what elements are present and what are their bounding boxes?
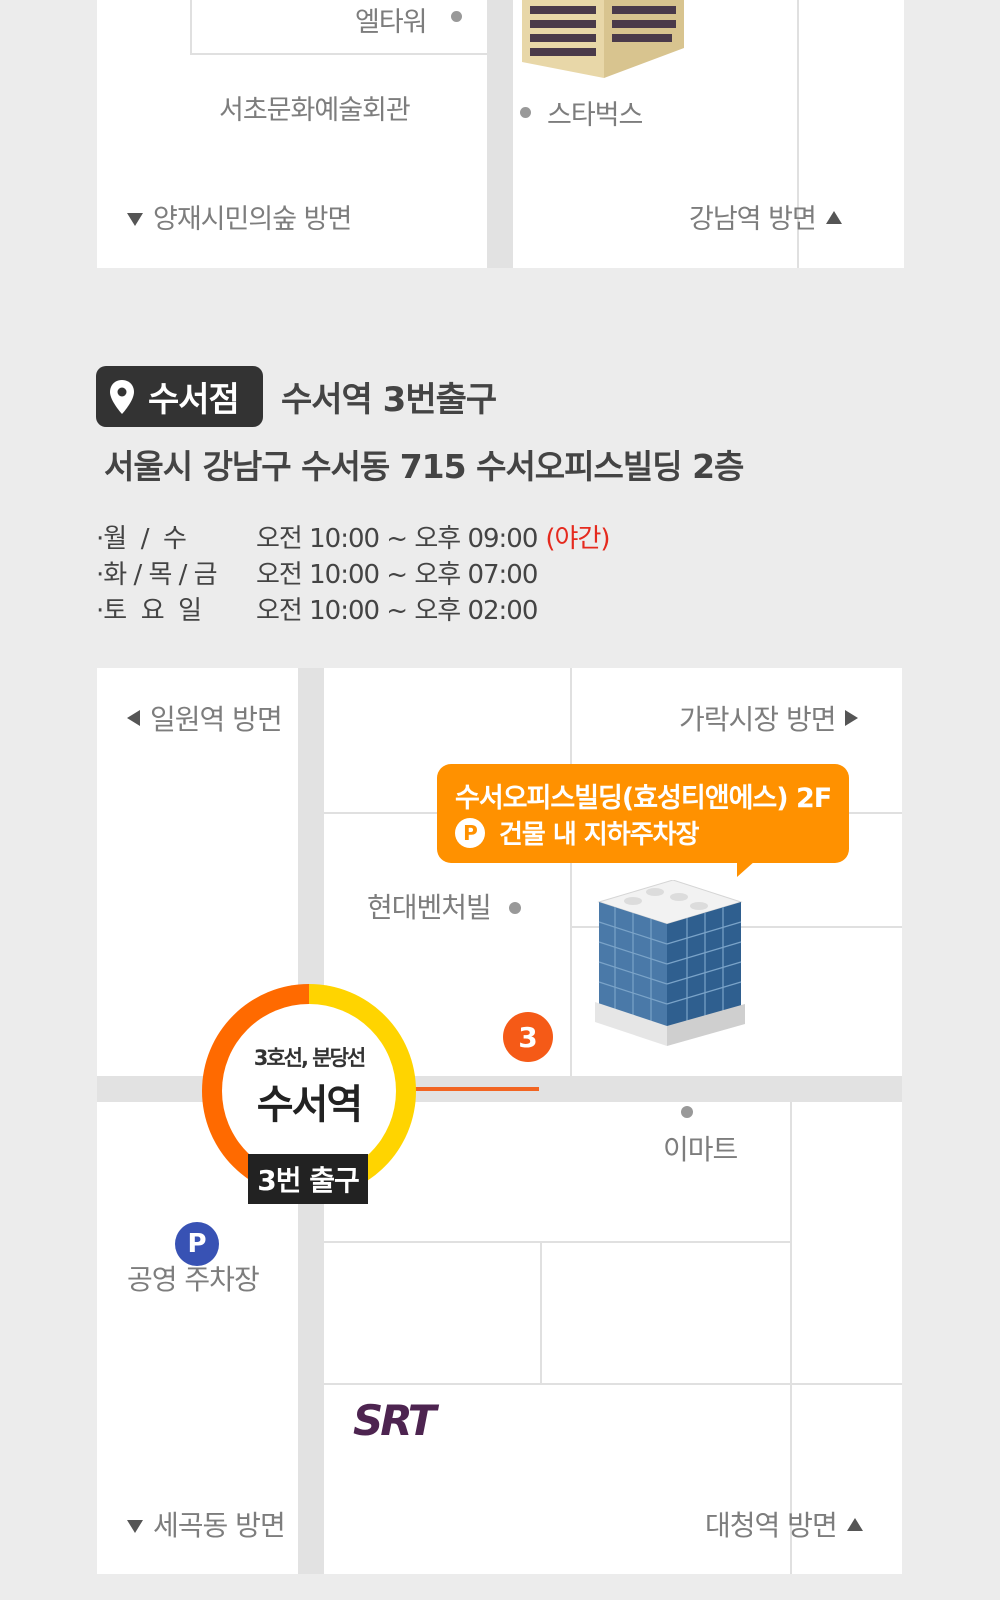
arrow-left-icon: [127, 710, 140, 726]
station-lines: 3호선, 분당선: [253, 1046, 366, 1070]
elletower-label: 엘타워: [355, 7, 428, 38]
station-name: 수서역: [256, 1082, 363, 1128]
emart-label: 이마트: [663, 1133, 738, 1166]
arrow-down-icon: [127, 213, 143, 226]
starbucks-dot: [520, 107, 531, 118]
hours-day: ·토 요 일: [96, 595, 202, 626]
callout-building: 수서오피스빌딩(효성티앤에스) 2F: [455, 783, 832, 814]
direction-gangnam: 강남역 방면: [689, 197, 842, 236]
arrow-right-icon: [845, 710, 859, 726]
direction-segok-label: 세곡동 방면: [153, 1509, 286, 1542]
office-building-icon: [595, 880, 745, 1046]
branch-name: 수서점: [148, 380, 240, 420]
srt-logo: SRT: [353, 1396, 436, 1445]
hours-row: ·화 / 목 / 금 오전 10:00 ~ 오후 07:00: [96, 554, 610, 590]
public-parking-label: 공영 주차장: [127, 1263, 260, 1296]
seocho-arts-label: 서초문화예술회관: [219, 95, 411, 126]
block-line: [190, 0, 192, 55]
arrow-down-icon: [127, 1520, 143, 1533]
elletower-dot: [451, 11, 462, 22]
direction-garak-label: 가락시장 방면: [679, 703, 836, 736]
emart-dot: [681, 1106, 693, 1118]
callout-tail: [737, 861, 755, 877]
location-map: 일원역 방면 가락시장 방면 세곡동 방면 대청역 방면 수서오피스빌딩(효성티…: [97, 668, 902, 1574]
branch-callout: 수서오피스빌딩(효성티앤에스) 2F P 건물 내 지하주차장: [437, 764, 849, 877]
hyundai-label: 현대벤처빌: [367, 891, 492, 924]
hours-time: 오전 10:00 ~ 오후 02:00: [256, 595, 538, 626]
direction-yangjae-label: 양재시민의숲 방면: [153, 204, 352, 235]
exit-tag: 3번 출구: [248, 1154, 368, 1204]
station-inner: 3호선, 분당선 수서역: [222, 1004, 396, 1178]
exit-3-marker: 3: [503, 1012, 553, 1062]
block-line: [324, 1241, 790, 1243]
block-line: [570, 668, 572, 1076]
block-line: [190, 53, 487, 55]
hyundai-dot: [509, 902, 521, 914]
direction-ilwon-label: 일원역 방면: [150, 703, 283, 736]
building-icon: [522, 0, 684, 78]
branch-subtitle: 수서역 3번출구: [281, 380, 497, 420]
direction-ilwon: 일원역 방면: [127, 698, 283, 738]
road-vertical: [487, 0, 513, 268]
hours-row: ·토 요 일 오전 10:00 ~ 오후 02:00: [96, 590, 610, 626]
hours-day: ·화 / 목 / 금: [96, 559, 218, 590]
arrow-up-icon: [846, 1518, 863, 1531]
exit-path-line: [407, 1087, 539, 1091]
direction-segok: 세곡동 방면: [127, 1504, 286, 1544]
hours-day: ·월 / 수: [96, 523, 187, 554]
top-map: 엘타워 서초문화예술회관 스타벅스 양재시민의숲 방면 강남역 방면: [97, 0, 904, 268]
direction-garak: 가락시장 방면: [679, 698, 859, 738]
block-line: [324, 1383, 902, 1385]
direction-daecheong-label: 대청역 방면: [705, 1509, 838, 1542]
branch-badge: 수서점: [96, 366, 263, 427]
hours-row: ·월 / 수 오전 10:00 ~ 오후 09:00 (야간): [96, 518, 611, 554]
block-line: [540, 1243, 542, 1383]
hours-time: 오전 10:00 ~ 오후 07:00: [256, 559, 538, 590]
callout-parking: P 건물 내 지하주차장: [455, 814, 849, 851]
arrow-up-icon: [825, 211, 842, 224]
callout-parking-label: 건물 내 지하주차장: [499, 820, 699, 850]
location-pin-icon: [110, 379, 134, 414]
opening-hours: ·월 / 수 오전 10:00 ~ 오후 09:00 (야간) ·화 / 목 /…: [96, 518, 611, 626]
hours-time: 오전 10:00 ~ 오후 09:00: [256, 523, 538, 554]
direction-gangnam-label: 강남역 방면: [689, 204, 817, 235]
starbucks-label: 스타벅스: [547, 100, 643, 131]
parking-icon: P: [455, 817, 485, 848]
branch-address: 서울시 강남구 수서동 715 수서오피스빌딩 2층: [104, 447, 744, 486]
night-badge: (야간): [545, 523, 610, 554]
direction-yangjae: 양재시민의숲 방면: [127, 197, 352, 236]
direction-daecheong: 대청역 방면: [705, 1504, 863, 1544]
